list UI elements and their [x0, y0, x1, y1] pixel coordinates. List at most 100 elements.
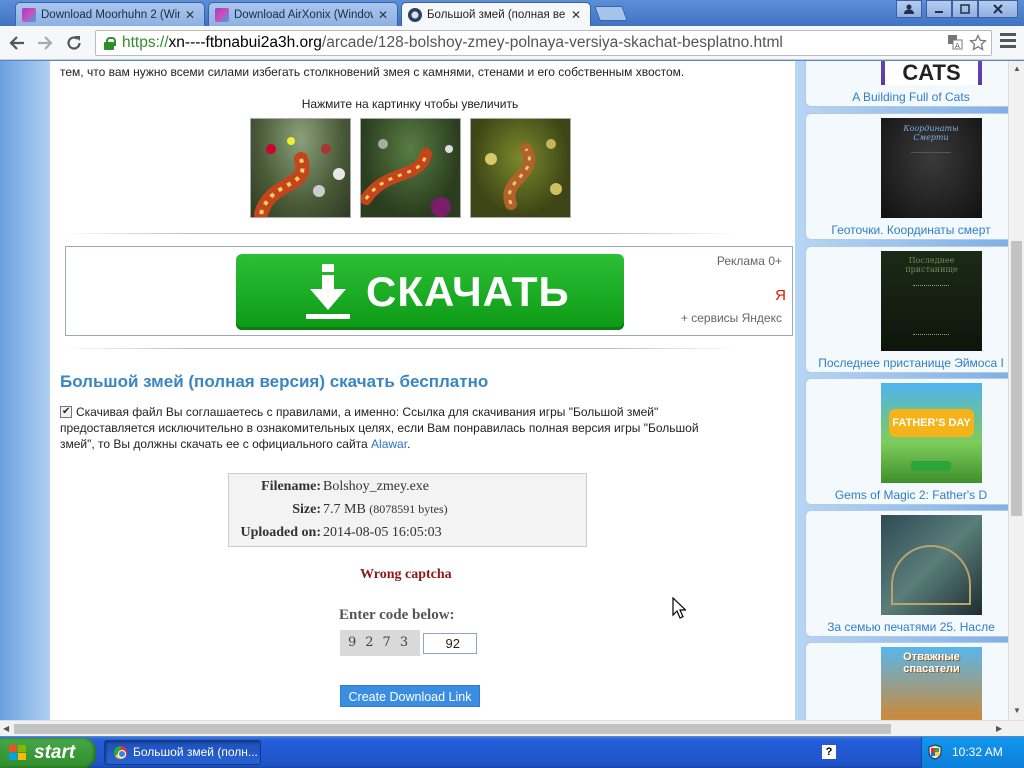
minimize-button[interactable] [926, 0, 952, 18]
help-icon[interactable]: ? [822, 745, 836, 759]
thumb-title-text: Координаты Смерти [903, 124, 959, 142]
thumb-title-text: CATS [885, 61, 978, 85]
sidebar-game-rescuers[interactable]: Отважные спасатели [805, 642, 1008, 720]
alawar-link[interactable]: Alawar [371, 437, 407, 451]
start-button[interactable]: start [0, 738, 96, 768]
url-scheme: https:// [122, 34, 169, 51]
game-screenshot-2[interactable] [360, 118, 461, 218]
filename-value: Bolshoy_zmey.exe [323, 479, 430, 494]
translate-icon[interactable]: A [947, 34, 963, 56]
thumb-title-text: FATHER'S DAY [889, 409, 974, 437]
ad-download-button[interactable]: СКАЧАТЬ [236, 254, 624, 330]
yandex-logo[interactable]: Я [775, 287, 786, 304]
sidebar-game-caption[interactable]: Последнее пристанище Эймоса I [806, 356, 1008, 370]
vertical-scroll-thumb[interactable] [1011, 241, 1022, 516]
game-thumbnail: FATHER'S DAY [881, 383, 982, 483]
url-text: https://xn----ftbnabui2a3h.org/arcade/12… [122, 34, 783, 52]
windows-logo-icon [9, 745, 27, 761]
tab-strip: Download Moorhuhn 2 (Wind ✕ Download Air… [0, 0, 1024, 27]
captcha-prompt: Enter code below: [339, 607, 455, 623]
horizontal-scrollbar[interactable]: ◀ ▶ [0, 720, 1024, 736]
agreement-text: Скачивая файл Вы соглашаетесь с правилам… [60, 404, 730, 452]
tab-close-icon[interactable]: ✕ [570, 8, 582, 22]
bookmark-star-icon[interactable] [969, 33, 987, 56]
game-thumbnail: CATS [881, 61, 982, 85]
alawar-favicon-icon [215, 7, 229, 22]
scroll-left-icon[interactable]: ◀ [3, 724, 9, 733]
section-divider [60, 348, 740, 349]
scroll-down-icon[interactable]: ▼ [1013, 706, 1021, 715]
sidebar-game-cats[interactable]: CATS A Building Full of Cats [805, 61, 1008, 107]
screenshot-hint: Нажмите на картинку чтобы увеличить [301, 97, 519, 111]
alawar-favicon-icon [22, 7, 36, 22]
tab-title: Download AirXonix (Windows [234, 8, 373, 21]
svg-text:A: A [955, 42, 960, 50]
scroll-right-icon[interactable]: ▶ [996, 724, 1002, 733]
page-viewport: тем, что вам нужно всеми силами избегать… [0, 61, 1008, 720]
size-mb: 7.7 MB [323, 502, 366, 517]
reload-button[interactable] [63, 32, 85, 54]
game-thumbnail: Координаты Смерти [881, 118, 982, 218]
tab-airxonix[interactable]: Download AirXonix (Windows ✕ [208, 2, 398, 26]
thumb-title-text: Отважные спасатели [903, 651, 960, 675]
clock[interactable]: 10:32 AM [952, 745, 1003, 759]
snake-scene-2 [361, 139, 453, 217]
tab-close-icon[interactable]: ✕ [377, 8, 389, 22]
game-description: тем, что вам нужно всеми силами избегать… [60, 65, 685, 79]
chrome-menu-icon[interactable] [1000, 33, 1016, 51]
sidebar-game-geotochki[interactable]: Координаты Смерти Геоточки. Координаты с… [805, 113, 1008, 240]
scroll-up-icon[interactable]: ▲ [1013, 64, 1021, 73]
sidebar-game-caption[interactable]: A Building Full of Cats [806, 90, 1008, 104]
sidebar-game-gems-of-magic[interactable]: FATHER'S DAY Gems of Magic 2: Father's D [805, 378, 1008, 505]
game-thumbnail: Последнее пристанище [881, 251, 982, 351]
close-window-button[interactable] [978, 0, 1018, 18]
filename-label: Filename: [261, 479, 321, 494]
mouse-cursor-icon [672, 597, 686, 619]
system-tray: ? 10:32 AM [822, 737, 1024, 768]
uploaded-label: Uploaded on: [240, 525, 321, 540]
game-screenshot-1[interactable] [250, 118, 351, 218]
uploaded-value: 2014-08-05 16:05:03 [323, 525, 442, 540]
tab-moorhuhn[interactable]: Download Moorhuhn 2 (Wind ✕ [15, 2, 205, 26]
captcha-image: 9273 [340, 630, 420, 656]
captcha-error: Wrong captcha [360, 567, 452, 582]
sidebar-game-caption[interactable]: Gems of Magic 2: Father's D [806, 488, 1008, 502]
forward-button[interactable] [34, 32, 56, 54]
maximize-button[interactable] [952, 0, 978, 18]
address-bar[interactable]: https://xn----ftbnabui2a3h.org/arcade/12… [95, 30, 992, 56]
security-shield-icon[interactable] [928, 744, 942, 760]
sidebar-game-caption[interactable]: Геоточки. Координаты смерт [806, 223, 1008, 237]
tab-title: Download Moorhuhn 2 (Wind [41, 8, 180, 21]
yandex-services-link[interactable]: + сервисы Яндекс [681, 311, 782, 325]
related-games-sidebar: CATS A Building Full of Cats Координаты … [805, 61, 1008, 720]
captcha-input[interactable]: 92 [423, 633, 477, 654]
download-heading: Большой змей (полная версия) скачать бес… [60, 372, 489, 391]
game-screenshot-3[interactable] [470, 118, 571, 218]
windows-taskbar: start Большой змей (полн... ? 10:32 AM [0, 737, 1024, 768]
ad-download-label: СКАЧАТЬ [366, 268, 570, 315]
tab-bolshoy-zmey[interactable]: Большой змей (полная верс ✕ [401, 2, 591, 27]
game-thumbnail: Отважные спасатели [881, 647, 982, 720]
sidebar-game-last-refuge[interactable]: Последнее пристанище Последнее пристанищ… [805, 246, 1008, 373]
horizontal-scroll-thumb[interactable] [14, 724, 891, 734]
sidebar-game-caption[interactable]: За семью печатями 25. Насле [806, 620, 1008, 634]
thumb-title-text: Последнее пристанище [905, 256, 958, 274]
section-divider [60, 233, 740, 234]
url-path: /arcade/128-bolshoy-zmey-polnaya-versiya… [321, 34, 783, 51]
site-favicon-icon [408, 8, 422, 22]
tab-close-icon[interactable]: ✕ [184, 8, 196, 22]
back-button[interactable] [6, 32, 28, 54]
create-download-link-button[interactable]: Create Download Link [340, 685, 480, 707]
agree-checkbox[interactable] [60, 404, 72, 420]
snake-scene-3 [485, 139, 562, 210]
game-thumbnail [881, 515, 982, 615]
sidebar-game-seven-seals[interactable]: За семью печатями 25. Насле [805, 510, 1008, 637]
user-icon[interactable] [896, 0, 922, 18]
ad-banner: СКАЧАТЬ Реклама 0+ Я + сервисы Яндекс [65, 246, 793, 336]
start-label: start [34, 742, 76, 763]
vertical-scrollbar[interactable]: ▲ ▼ [1008, 61, 1024, 720]
lock-icon [102, 36, 116, 50]
new-tab-button[interactable] [594, 6, 628, 21]
file-info-box: Filename: Bolshoy_zmey.exe Size: 7.7 MB … [228, 473, 587, 547]
taskbar-chrome-window[interactable]: Большой змей (полн... [104, 740, 261, 765]
